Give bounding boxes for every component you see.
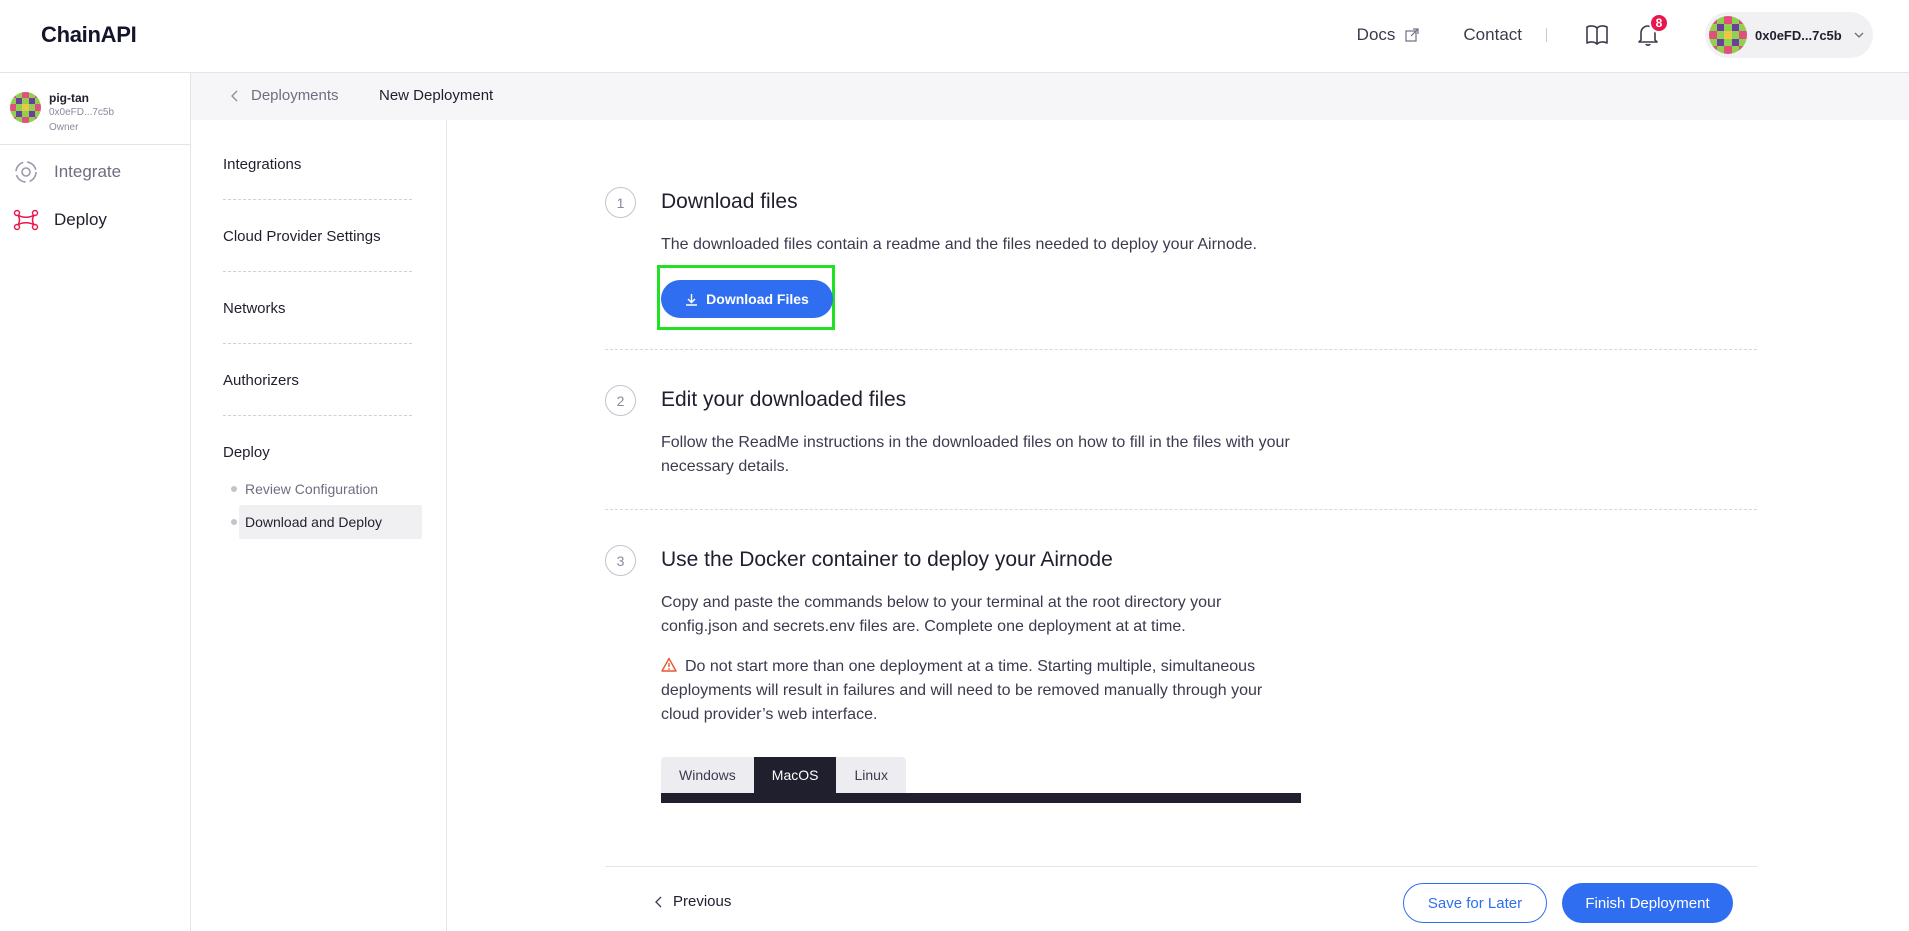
breadcrumb-current: New Deployment [379,87,494,104]
section-divider [605,509,1757,510]
section-title: Download files [661,190,798,213]
substep-label: Download and Deploy [245,514,382,530]
user-box[interactable]: pig-tan 0x0eFD...7c5b Owner [0,73,190,145]
section-divider [605,349,1757,350]
chevron-down-icon [1854,32,1864,38]
section-description: The downloaded files contain a readme an… [661,236,1257,253]
notifications-button[interactable]: 8 [1637,13,1669,47]
section-description: Copy and paste the commands below to you… [661,594,1222,635]
step-authorizers[interactable]: Authorizers [223,372,299,389]
deploy-icon [13,209,39,231]
step-divider [223,415,412,416]
integrate-icon [15,161,37,183]
save-for-later-button[interactable]: Save for Later [1403,883,1547,923]
user-address: 0x0eFD...7c5b [49,107,115,118]
os-tabs: Windows MacOS Linux [661,757,906,793]
user-role: Owner [49,122,79,133]
step-number-badge: 3 [605,545,636,576]
section-title: Edit your downloaded files [661,388,907,411]
book-icon[interactable] [1585,23,1609,47]
section-title: Use the Docker container to deploy your … [661,548,1113,571]
step-number-badge: 2 [605,385,636,416]
step-deploy[interactable]: Deploy [223,444,270,461]
previous-button[interactable]: Previous [655,893,731,910]
user-name: pig-tan [49,91,89,105]
download-icon [686,293,698,306]
contact-label: Contact [1463,25,1522,44]
step-cloud-provider-settings[interactable]: Cloud Provider Settings [223,228,381,245]
step-divider [223,199,412,200]
breadcrumb-deployments: Deployments [251,87,339,104]
account-address: 0x0eFD...7c5b [1755,27,1842,43]
sidebar-item-deploy[interactable]: Deploy [0,200,190,240]
sidebar-item-integrate[interactable]: Integrate [0,152,190,192]
top-nav: Docs Contact 8 0x0eFD...7c5b [1357,12,1873,58]
chainapi-logo[interactable]: ChainAPI [41,22,137,48]
previous-label: Previous [673,893,732,910]
avatar [10,92,41,123]
download-files-label: Download Files [706,291,809,307]
contact-link[interactable]: Contact [1463,25,1522,45]
top-header: ChainAPI Docs Contact 8 0x0eFD...7c5b [0,0,1909,73]
finish-deployment-button[interactable]: Finish Deployment [1562,883,1733,923]
notification-badge: 8 [1649,13,1669,33]
sidebar: pig-tan 0x0eFD...7c5b Owner Integrate De… [0,73,191,931]
step-divider [223,343,412,344]
step-networks[interactable]: Networks [223,300,286,317]
nav-divider [1546,28,1547,42]
substep-dot [231,519,237,525]
account-menu[interactable]: 0x0eFD...7c5b [1705,12,1873,58]
chevron-left-icon [655,896,662,907]
step-divider [223,271,412,272]
external-link-icon [1405,28,1420,42]
substep-dot [231,486,237,492]
steps-nav: Integrations Cloud Provider Settings Net… [191,120,447,931]
sidebar-item-label: Integrate [54,162,122,181]
chevron-left-icon [231,90,238,101]
sidebar-item-label: Deploy [54,210,107,229]
footer-divider [605,866,1757,867]
warning-icon [661,657,677,672]
docs-label: Docs [1356,25,1396,44]
step-number-badge: 1 [605,187,636,218]
command-code-block[interactable] [661,793,1301,803]
breadcrumb-back-link[interactable]: Deployments [231,87,339,104]
section-description: Follow the ReadMe instructions in the do… [661,434,1290,475]
breadcrumb: Deployments New Deployment [191,73,1909,120]
tab-windows[interactable]: Windows [661,757,754,793]
substep-label: Review Configuration [245,481,379,497]
substep-review-configuration[interactable]: Review Configuration [231,472,422,506]
step-integrations[interactable]: Integrations [223,156,301,173]
tab-linux[interactable]: Linux [836,757,906,793]
substep-download-and-deploy[interactable]: Download and Deploy [231,505,422,539]
avatar [1709,16,1747,54]
warning-text: Do not start more than one deployment at… [661,658,1263,723]
docs-link[interactable]: Docs [1357,25,1420,45]
tab-macos[interactable]: MacOS [753,757,837,793]
deployment-warning: Do not start more than one deployment at… [661,655,1301,727]
download-files-button[interactable]: Download Files [661,280,833,318]
